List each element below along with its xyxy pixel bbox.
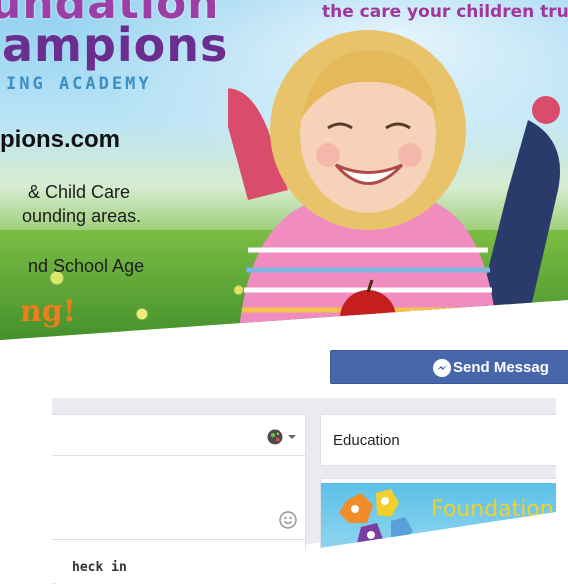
page-category-card[interactable]: Education (320, 414, 556, 466)
logo-text-main: ampions (2, 18, 229, 72)
page-logo-card[interactable]: Foundation (320, 478, 556, 548)
cover-text-line-3: nd School Age (28, 256, 145, 276)
logo-subtitle: ING ACADEMY (6, 74, 152, 94)
post-composer[interactable] (52, 414, 306, 584)
page-category-label: Education (333, 432, 400, 449)
check-in-button[interactable]: heck in (72, 560, 127, 575)
chevron-down-icon (288, 435, 296, 439)
emoji-icon[interactable] (279, 511, 297, 529)
send-message-label: Send Messag (453, 358, 549, 376)
send-message-button[interactable]: Send Messag (330, 350, 568, 384)
composer-divider-bottom (52, 539, 305, 540)
child-photo (218, 20, 568, 340)
cover-call-to-action: ng! (20, 294, 76, 329)
foundation-logo-icon (339, 489, 413, 548)
cover-text-line-1: & Child Care (28, 182, 131, 202)
messenger-icon (433, 359, 451, 377)
composer-divider (52, 455, 305, 456)
page-logo-text: Foundation (431, 497, 554, 522)
cover-tagline: the care your children tru (322, 2, 568, 22)
cover-photo[interactable]: undation ampions ING ACADEMY pions.com &… (0, 0, 568, 340)
audience-selector[interactable] (267, 429, 297, 445)
website-text: pions.com (0, 126, 121, 153)
cover-text-line-2: ounding areas. (22, 206, 142, 226)
globe-icon (267, 429, 283, 445)
